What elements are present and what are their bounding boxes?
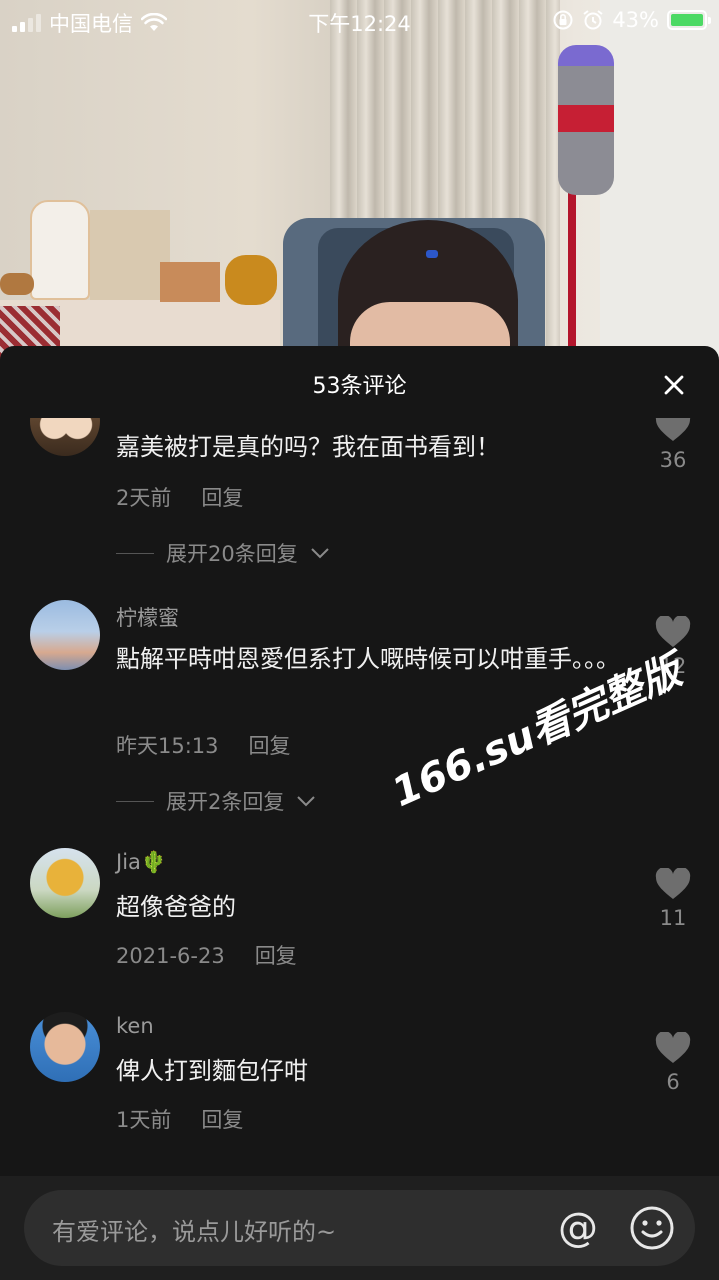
comment-time: 昨天15:13 (116, 734, 219, 758)
expand-replies-button[interactable]: 展开2条回复 (116, 786, 316, 816)
like-button[interactable]: 36 (648, 418, 698, 472)
like-count: 36 (659, 448, 687, 472)
comment-username[interactable]: Jia🌵 (116, 850, 167, 875)
like-button[interactable]: 11 (648, 867, 698, 930)
like-count: 11 (659, 906, 687, 930)
avatar[interactable] (30, 600, 100, 670)
avatar[interactable] (30, 418, 100, 456)
avatar[interactable] (30, 848, 100, 918)
like-button[interactable]: 6 (648, 1031, 698, 1094)
expand-replies-label: 展开20条回复 (166, 542, 298, 566)
like-count: 6 (666, 1070, 680, 1094)
close-icon (664, 375, 684, 395)
heart-icon (655, 418, 691, 441)
input-placeholder: 有爱评论，说点儿好听的~ (52, 1218, 337, 1246)
heart-icon (655, 1031, 691, 1063)
comment-list[interactable]: 嘉美被打是真的吗？我在面书看到！ 2天前 回复 36 展开20条回复 柠檬蜜 點解… (0, 418, 719, 1178)
reply-button[interactable]: 回复 (201, 1108, 243, 1132)
heart-icon (655, 867, 691, 899)
expand-replies-label: 展开2条回复 (166, 790, 285, 814)
reply-button[interactable]: 回复 (201, 486, 243, 510)
expand-replies-button[interactable]: 展开20条回复 (116, 538, 330, 568)
comment-text: 俾人打到麵包仔咁 (116, 1057, 308, 1085)
status-bar: 中国电信 下午12:24 43% (0, 0, 719, 40)
comment-count-title: 53条评论 (312, 374, 407, 399)
video-background[interactable] (0, 0, 719, 360)
close-button[interactable] (659, 370, 689, 400)
reply-button[interactable]: 回复 (255, 944, 297, 968)
comment-text: 點解平時咁恩愛但系打人嘅時候可以咁重手。。。 (116, 645, 620, 673)
comment-text: 超像爸爸的 (116, 893, 236, 921)
mention-button[interactable]: @ (554, 1204, 602, 1252)
comment-time: 1天前 (116, 1108, 172, 1132)
comment-text: 嘉美被打是真的吗？我在面书看到！ (116, 433, 500, 461)
chevron-down-icon (311, 548, 329, 559)
comment-time: 2天前 (116, 486, 172, 510)
comment-username[interactable]: 柠檬蜜 (116, 602, 179, 632)
rotation-lock-icon (553, 10, 573, 30)
reply-button[interactable]: 回复 (249, 734, 291, 758)
avatar[interactable] (30, 1012, 100, 1082)
battery-icon (667, 10, 711, 30)
chevron-down-icon (297, 796, 316, 807)
comment-sheet: 53条评论 嘉美被打是真的吗？我在面书看到！ 2天前回复 36 展开20条回复 (0, 346, 719, 1280)
comment-input-bar: 有爱评论，说点儿好听的~ @ (0, 1176, 719, 1280)
comment-input[interactable]: 有爱评论，说点儿好听的~ @ (24, 1190, 695, 1266)
emoji-icon (630, 1206, 674, 1250)
battery-percent: 43% (612, 8, 659, 32)
comment-username[interactable]: ken (116, 1014, 154, 1038)
comment-time: 2021-6-23 (116, 944, 225, 968)
emoji-button[interactable] (628, 1204, 676, 1252)
alarm-icon (583, 10, 603, 30)
